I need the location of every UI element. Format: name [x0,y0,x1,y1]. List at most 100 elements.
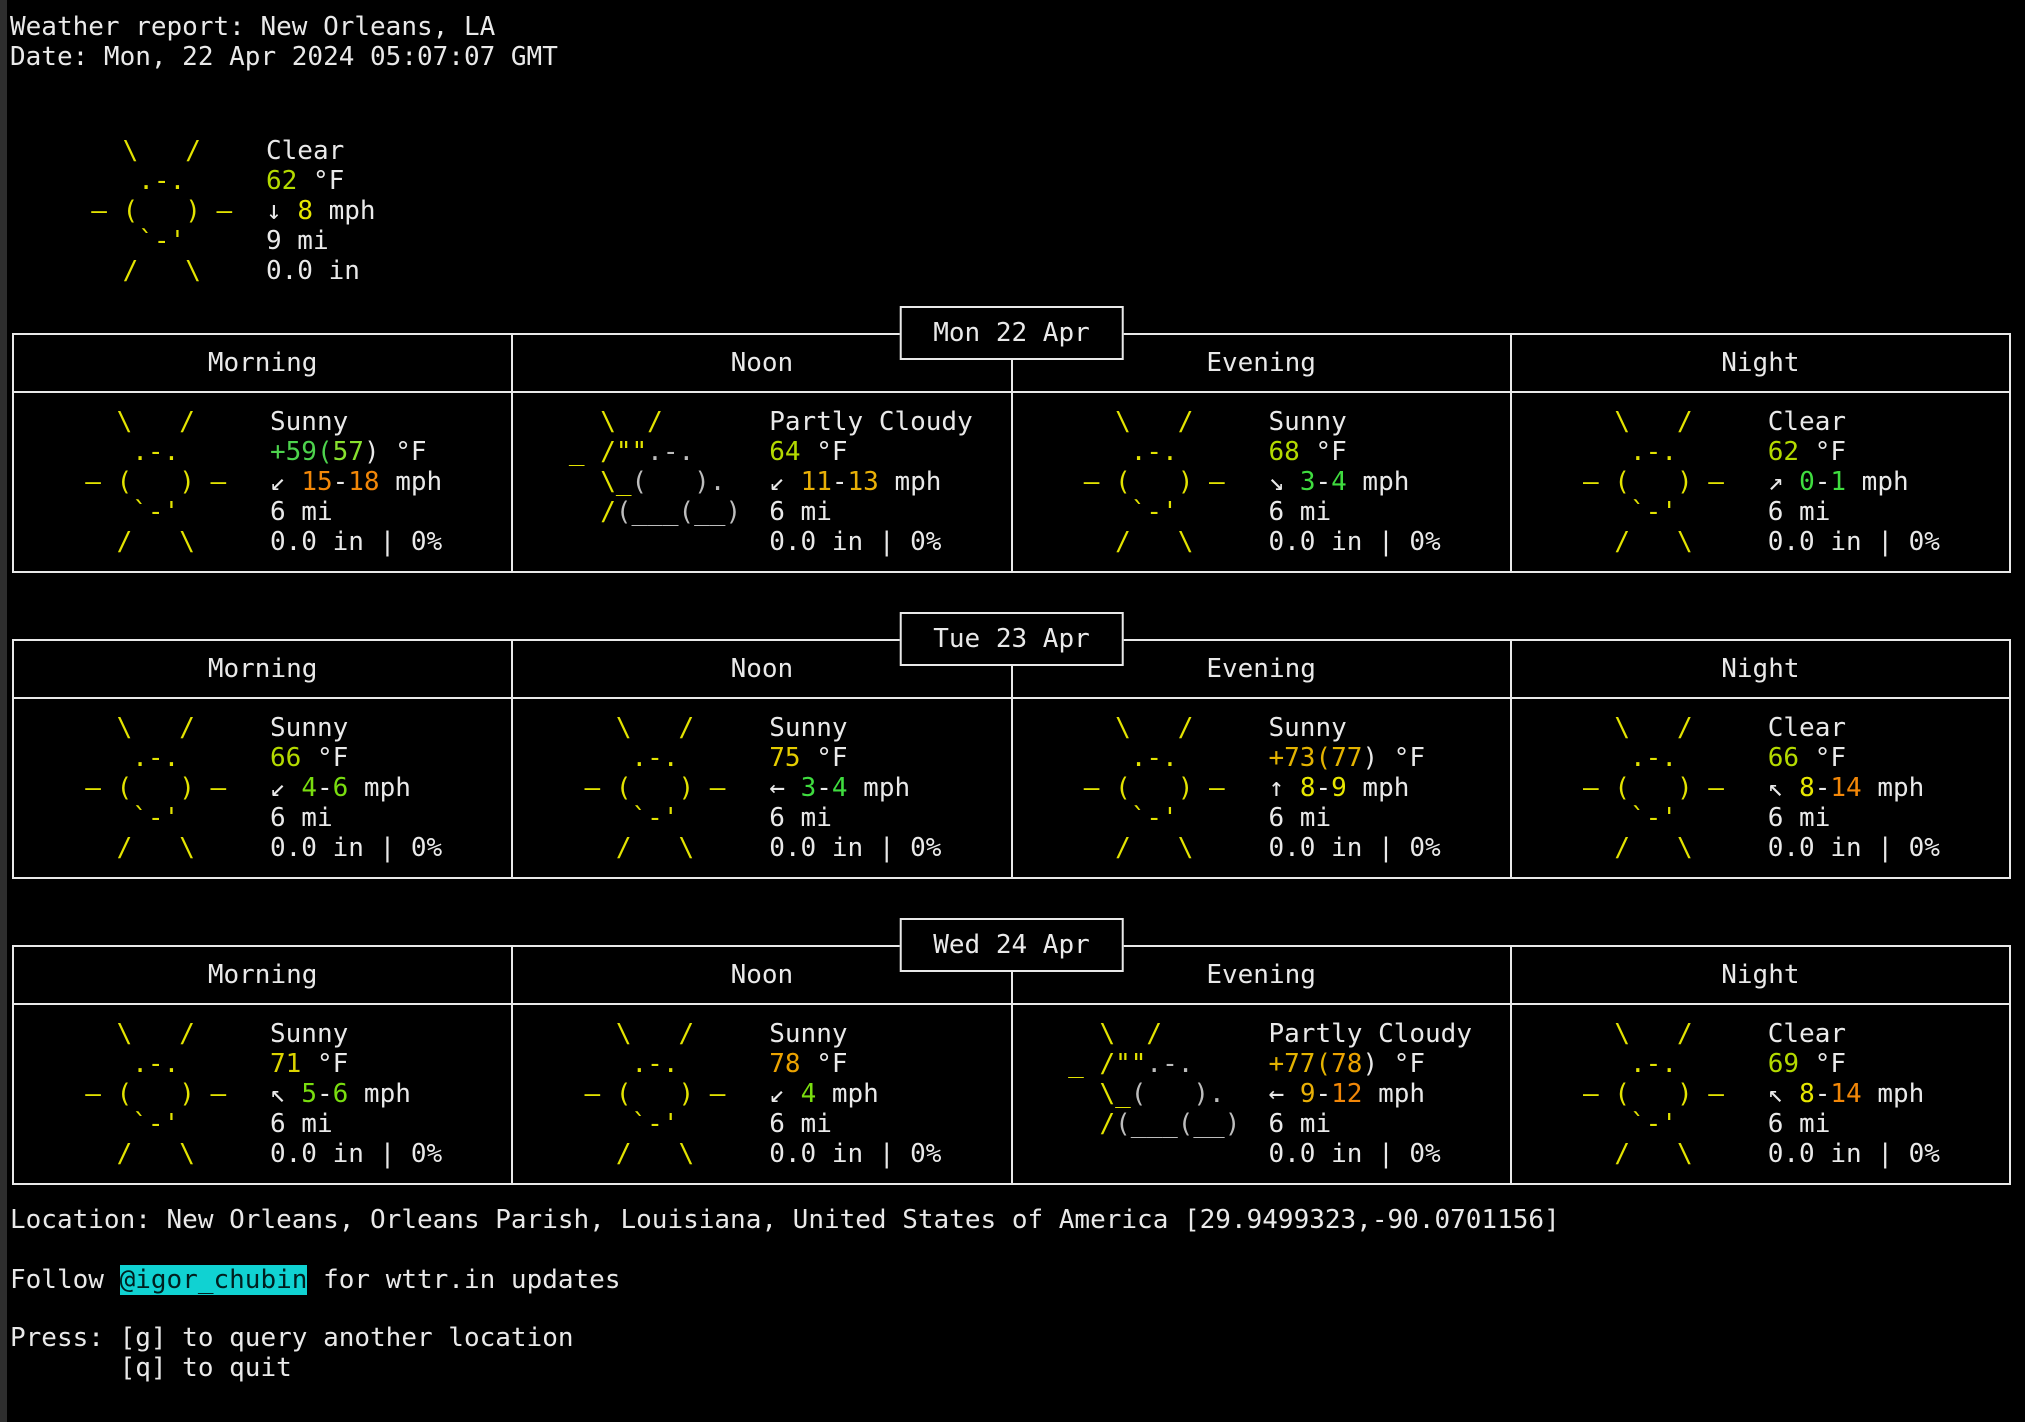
terminal-screen[interactable]: Weather report: New Orleans, LA Date: Mo… [0,0,2025,1422]
condition-text: Sunny [1269,407,1510,437]
sun-ascii-icon: \ / .-. ― ( ) ― `-' / \ [1013,407,1269,557]
temperature-value: +73(77) °F [1269,743,1510,773]
visibility-value: 6 mi [270,1109,511,1139]
visibility-value: 6 mi [1269,497,1510,527]
sun-ascii-icon: \ / .-. ― ( ) ― `-' / \ [1512,407,1768,557]
forecast-cell-evening: \ / _ /"".-. \_( ). /(___(__)Partly Clou… [1013,1005,1512,1183]
wind-value: ← 9-12 mph [1269,1079,1510,1109]
precipitation-value: 0.0 in | 0% [1768,1139,2009,1169]
forecast-cell-evening: \ / .-. ― ( ) ― `-' / \Sunny+73(77) °F↑ … [1013,699,1512,877]
condition-text: Clear [266,136,2025,166]
visibility-value: 6 mi [270,497,511,527]
terminal-left-edge [0,0,7,1422]
condition-text: Clear [1768,713,2009,743]
date-badge: Mon 22 Apr [899,306,1124,360]
forecast-table: MorningNoonEveningNight \ / .-. ― ( ) ― … [12,945,2011,1185]
visibility-value: 6 mi [769,803,1010,833]
visibility-value: 6 mi [1269,1109,1510,1139]
report-title: Weather report: New Orleans, LA [10,12,2025,42]
forecast-day: Mon 22 AprMorningNoonEveningNight \ / .-… [12,333,2011,573]
temperature-value: 66 °F [270,743,511,773]
press-instructions: Press: [g] to query another location [q]… [10,1323,2025,1383]
wind-value: ↗ 0-1 mph [1768,467,2009,497]
temperature-value: 69 °F [1768,1049,2009,1079]
twitter-handle[interactable]: @igor_chubin [120,1265,308,1295]
condition-text: Clear [1768,1019,2009,1049]
forecast-cell-noon: \ / _ /"".-. \_( ). /(___(__)Partly Clou… [513,393,1012,571]
wind-value: ↑ 8-9 mph [1269,773,1510,803]
forecast-cell-evening: \ / .-. ― ( ) ― `-' / \Sunny68 °F↘ 3-4 m… [1013,393,1512,571]
temperature-value: 62 °F [1768,437,2009,467]
precipitation-value: 0.0 in | 0% [769,1139,1010,1169]
forecast-day: Tue 23 AprMorningNoonEveningNight \ / .-… [12,639,2011,879]
sun-ascii-icon: \ / .-. ― ( ) ― `-' / \ [14,407,270,557]
forecast-cell-noon: \ / .-. ― ( ) ― `-' / \Sunny75 °F← 3-4 m… [513,699,1012,877]
forecast-table: MorningNoonEveningNight \ / .-. ― ( ) ― … [12,639,2011,879]
condition-text: Sunny [270,713,511,743]
temperature-value: +59(57) °F [270,437,511,467]
forecast-cell-night: \ / .-. ― ( ) ― `-' / \Clear69 °F↖ 8-14 … [1512,1005,2009,1183]
temperature-value: +77(78) °F [1269,1049,1510,1079]
sun-ascii-icon: \ / .-. ― ( ) ― `-' / \ [513,713,769,863]
temperature-value: 66 °F [1768,743,2009,773]
location-line: Location: New Orleans, Orleans Parish, L… [10,1205,2025,1235]
visibility-value: 6 mi [1269,803,1510,833]
sun-ascii-icon: \ / .-. ― ( ) ― `-' / \ [14,713,270,863]
visibility-value: 9 mi [266,226,2025,256]
sun-behind-cloud-ascii-icon: \ / _ /"".-. \_( ). /(___(__) [513,407,769,557]
precipitation-value: 0.0 in | 0% [1768,527,2009,557]
temperature-value: 71 °F [270,1049,511,1079]
forecast-day: Wed 24 AprMorningNoonEveningNight \ / .-… [12,945,2011,1185]
visibility-value: 6 mi [769,497,1010,527]
temperature-value: 64 °F [769,437,1010,467]
wind-value: ↖ 5-6 mph [270,1079,511,1109]
column-header-morning: Morning [14,641,513,697]
forecast-cell-night: \ / .-. ― ( ) ― `-' / \Clear66 °F↖ 8-14 … [1512,699,2009,877]
precipitation-value: 0.0 in [266,256,2025,286]
press-query-option: Press: [g] to query another location [10,1323,2025,1353]
sun-ascii-icon: \ / .-. ― ( ) ― `-' / \ [10,136,266,286]
precipitation-value: 0.0 in | 0% [1768,833,2009,863]
wind-value: ↙ 4-6 mph [270,773,511,803]
date-badge: Tue 23 Apr [899,612,1124,666]
wind-value: ← 3-4 mph [769,773,1010,803]
visibility-value: 6 mi [270,803,511,833]
temperature-value: 75 °F [769,743,1010,773]
report-date: Date: Mon, 22 Apr 2024 05:07:07 GMT [10,42,2025,72]
sun-ascii-icon: \ / .-. ― ( ) ― `-' / \ [1013,713,1269,863]
wind-value: ↖ 8-14 mph [1768,1079,2009,1109]
wind-value: ↓ 8 mph [266,196,2025,226]
temperature-value: 68 °F [1269,437,1510,467]
column-header-night: Night [1512,947,2009,1003]
follow-prefix: Follow [10,1265,120,1295]
sun-ascii-icon: \ / .-. ― ( ) ― `-' / \ [1512,713,1768,863]
temperature-value: 62 °F [266,166,2025,196]
column-header-night: Night [1512,335,2009,391]
precipitation-value: 0.0 in | 0% [1269,1139,1510,1169]
precipitation-value: 0.0 in | 0% [1269,527,1510,557]
wind-value: ↘ 3-4 mph [1269,467,1510,497]
wind-value: ↖ 8-14 mph [1768,773,2009,803]
visibility-value: 6 mi [1768,803,2009,833]
weather-report: Weather report: New Orleans, LA Date: Mo… [10,12,2025,1383]
condition-text: Sunny [769,1019,1010,1049]
visibility-value: 6 mi [1768,1109,2009,1139]
column-header-night: Night [1512,641,2009,697]
wind-value: ↙ 11-13 mph [769,467,1010,497]
visibility-value: 6 mi [1768,497,2009,527]
forecast-cell-night: \ / .-. ― ( ) ― `-' / \Clear62 °F↗ 0-1 m… [1512,393,2009,571]
column-header-morning: Morning [14,335,513,391]
sun-ascii-icon: \ / .-. ― ( ) ― `-' / \ [14,1019,270,1169]
condition-text: Sunny [769,713,1010,743]
condition-text: Sunny [270,1019,511,1049]
forecast-cell-morning: \ / .-. ― ( ) ― `-' / \Sunny66 °F↙ 4-6 m… [14,699,513,877]
forecast-days: Mon 22 AprMorningNoonEveningNight \ / .-… [10,333,2013,1185]
condition-text: Sunny [1269,713,1510,743]
condition-text: Partly Cloudy [769,407,1010,437]
sun-behind-cloud-ascii-icon: \ / _ /"".-. \_( ). /(___(__) [1013,1019,1269,1169]
date-badge: Wed 24 Apr [899,918,1124,972]
press-quit-option: [q] to quit [10,1353,2025,1383]
current-conditions: \ / .-. ― ( ) ― `-' / \Clear62 °F↓ 8 mph… [10,136,2025,286]
condition-text: Clear [1768,407,2009,437]
column-header-morning: Morning [14,947,513,1003]
